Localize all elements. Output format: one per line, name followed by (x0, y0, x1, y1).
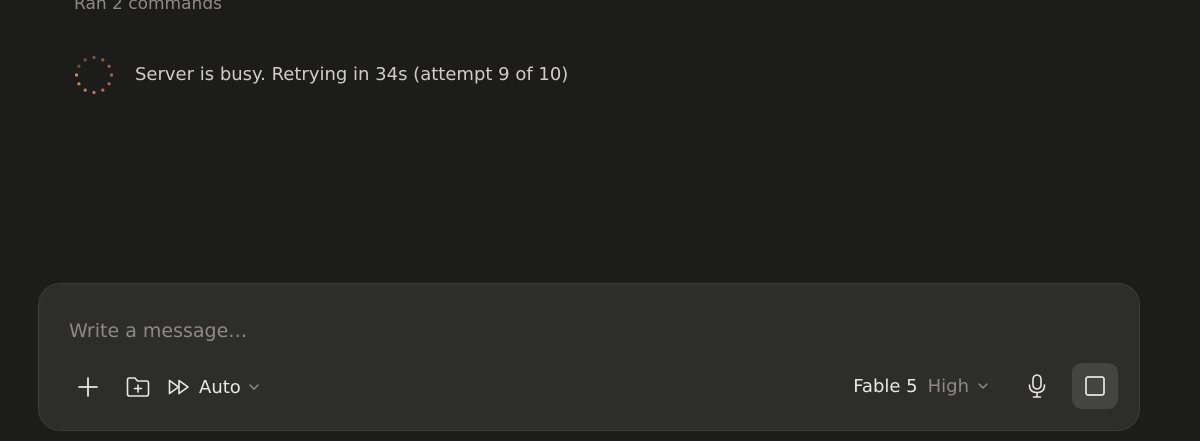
retry-status: Server is busy. Retrying in 34s (attempt… (73, 54, 568, 96)
composer-toolbar-left: Auto (69, 368, 261, 406)
add-attachment-button[interactable] (69, 368, 107, 406)
retry-status-text: Server is busy. Retrying in 34s (attempt… (135, 64, 569, 85)
stop-button[interactable] (1072, 363, 1118, 409)
folder-plus-icon (126, 377, 150, 397)
mode-selector[interactable]: Auto (167, 368, 261, 406)
model-selector[interactable]: Fable 5 High (853, 376, 990, 397)
ran-commands-label[interactable]: Ran 2 commands (74, 0, 222, 16)
chevron-down-icon (249, 384, 259, 390)
voice-input-button[interactable] (1020, 369, 1054, 403)
fast-forward-icon (168, 379, 189, 395)
chat-page: Ran 2 commands Server is busy. Retrying … (0, 0, 1200, 441)
stop-square-icon (1085, 376, 1105, 396)
add-folder-button[interactable] (119, 368, 157, 406)
message-input[interactable] (69, 314, 1099, 348)
message-composer: Auto Fable 5 High (38, 283, 1140, 431)
chevron-down-icon (978, 383, 988, 389)
plus-icon (78, 377, 98, 397)
model-name: Fable 5 (853, 375, 918, 397)
loading-spinner-icon (74, 55, 114, 95)
mode-label: Auto (199, 376, 241, 398)
microphone-icon (1028, 374, 1046, 398)
model-effort: High (927, 375, 969, 397)
composer-toolbar-right: Fable 5 High (853, 363, 1118, 409)
